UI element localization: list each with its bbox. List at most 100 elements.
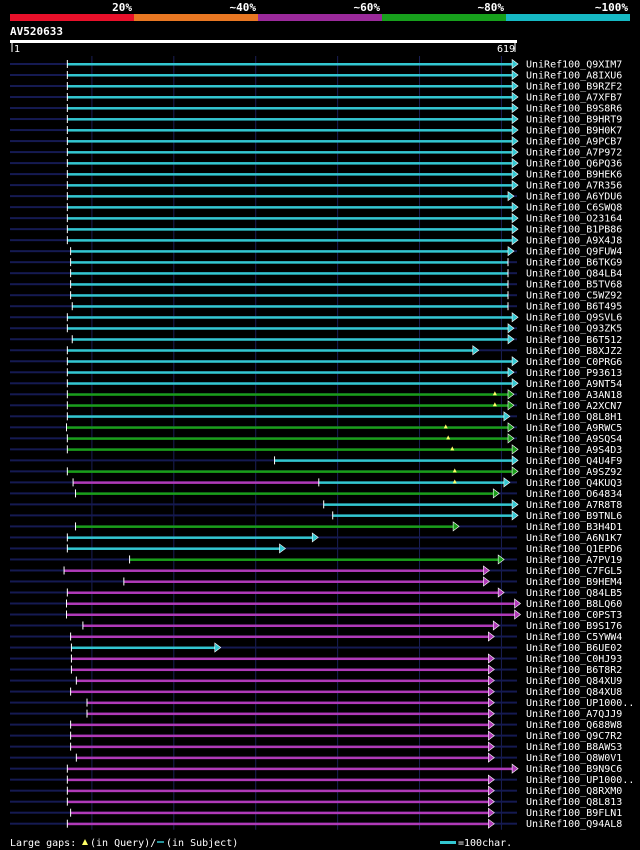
hit-row[interactable]: UniRef100_Q84LB4 <box>10 269 622 280</box>
hit-label[interactable]: UniRef100_A9PCB7 <box>526 137 622 148</box>
hit-row[interactable]: UniRef100_Q8RXM0 <box>10 785 622 797</box>
hit-label[interactable]: UniRef100_C6SWQ8 <box>526 203 622 214</box>
hit-row[interactable]: UniRef100_A3AN18 <box>10 389 622 401</box>
hit-label[interactable]: UniRef100_A9RWC5 <box>526 423 622 434</box>
hit-label[interactable]: UniRef100_B9FLN1 <box>526 808 622 819</box>
hit-label[interactable]: UniRef100_C0PRG6 <box>526 357 622 368</box>
hit-row[interactable]: UniRef100_B9H0K7 <box>10 124 622 137</box>
hit-row[interactable]: UniRef100_B6TKG9 <box>10 258 622 269</box>
hit-row[interactable]: UniRef100_Q1EPD6 <box>10 543 622 555</box>
hit-label[interactable]: UniRef100_Q94AL8 <box>526 819 622 830</box>
hit-label[interactable]: UniRef100_B6T8R2 <box>526 665 622 676</box>
hit-label[interactable]: UniRef100_C7FGL5 <box>526 566 622 577</box>
hit-row[interactable]: UniRef100_A9SZ92 <box>10 466 622 478</box>
hit-row[interactable]: UniRef100_C7FGL5 <box>10 565 622 577</box>
hit-label[interactable]: UniRef100_B8LQ60 <box>526 599 622 610</box>
hit-row[interactable]: UniRef100_A7P972 <box>10 146 622 159</box>
hit-label[interactable]: UniRef100_B9S176 <box>526 621 622 632</box>
hit-label[interactable]: UniRef100_Q6PQ36 <box>526 159 622 170</box>
hit-label[interactable]: UniRef100_B9HRT9 <box>526 115 622 126</box>
hit-row[interactable]: UniRef100_Q8L813 <box>10 796 622 808</box>
hit-label[interactable]: UniRef100_Q84LB5 <box>526 588 622 599</box>
hit-label[interactable]: UniRef100_B9RZF2 <box>526 82 622 93</box>
hit-label[interactable]: UniRef100_Q9SVL6 <box>526 313 622 324</box>
hit-label[interactable]: UniRef100_A9X4J8 <box>526 236 622 247</box>
hit-label[interactable]: UniRef100_A7XFB7 <box>526 93 622 104</box>
hit-label[interactable]: UniRef100_O23164 <box>526 214 622 225</box>
hit-label[interactable]: UniRef100_B5TV68 <box>526 280 622 291</box>
hit-label[interactable]: UniRef100_B9H0K7 <box>526 126 622 137</box>
hit-row[interactable]: UniRef100_Q4U4F9 <box>10 455 622 467</box>
hit-row[interactable]: UniRef100_Q94AL8 <box>10 818 622 830</box>
hit-row[interactable]: UniRef100_O23164 <box>10 213 622 225</box>
hit-row[interactable]: UniRef100_A7R356 <box>10 180 622 192</box>
hit-row[interactable]: UniRef100_B6UE02 <box>10 642 622 654</box>
hit-label[interactable]: UniRef100_A6YDU6 <box>526 192 622 203</box>
hit-row[interactable]: UniRef100_Q84XU8 <box>10 686 622 698</box>
hit-label[interactable]: UniRef100_A2XCN7 <box>526 401 622 412</box>
hit-row[interactable]: UniRef100_B9HRT9 <box>10 113 622 126</box>
hit-label[interactable]: UniRef100_A7QJJ9 <box>526 709 622 720</box>
hit-label[interactable]: UniRef100_Q84LB4 <box>526 269 622 280</box>
hit-row[interactable]: UniRef100_Q4KUQ3 <box>10 477 622 489</box>
hit-row[interactable]: UniRef100_A6N1K7 <box>10 532 622 544</box>
hit-label[interactable]: UniRef100_B1PB86 <box>526 225 622 236</box>
hit-label[interactable]: UniRef100_Q9FUW4 <box>526 247 622 258</box>
hit-label[interactable]: UniRef100_B3H4D1 <box>526 522 622 533</box>
hit-label[interactable]: UniRef100_A7PV19 <box>526 555 622 566</box>
hit-row[interactable]: UniRef100_P93613 <box>10 367 622 379</box>
hit-row[interactable]: UniRef100_B6T512 <box>10 334 622 346</box>
hit-row[interactable]: UniRef100_Q9SVL6 <box>10 312 622 324</box>
hit-row[interactable]: UniRef100_O64834 <box>10 488 622 500</box>
hit-row[interactable]: UniRef100_B6T8R2 <box>10 664 622 676</box>
hit-label[interactable]: UniRef100_B9S8R6 <box>526 104 622 115</box>
hit-label[interactable]: UniRef100_C0HJ93 <box>526 654 622 665</box>
hit-row[interactable]: UniRef100_Q9C7R2 <box>10 730 622 742</box>
hit-row[interactable]: UniRef100_Q84LB5 <box>10 587 622 599</box>
hit-label[interactable]: UniRef100_B9HEM4 <box>526 577 622 588</box>
hit-row[interactable]: UniRef100_A2XCN7 <box>10 400 622 412</box>
hit-label[interactable]: UniRef100_A7P972 <box>526 148 622 159</box>
hit-label[interactable]: UniRef100_Q4KUQ3 <box>526 478 622 489</box>
hit-row[interactable]: UniRef100_UP1000.. <box>10 774 634 786</box>
hit-label[interactable]: UniRef100_Q8L8H1 <box>526 412 622 423</box>
hit-row[interactable]: UniRef100_UP1000.. <box>10 697 634 709</box>
hit-label[interactable]: UniRef100_Q84XU8 <box>526 687 622 698</box>
hit-label[interactable]: UniRef100_A9SZ92 <box>526 467 622 478</box>
hit-label[interactable]: UniRef100_Q9C7R2 <box>526 731 622 742</box>
hit-label[interactable]: UniRef100_B6T512 <box>526 335 622 346</box>
hit-label[interactable]: UniRef100_Q8L813 <box>526 797 622 808</box>
hit-row[interactable]: UniRef100_A9PCB7 <box>10 135 622 148</box>
hit-row[interactable]: UniRef100_B8AWS3 <box>10 741 622 753</box>
hit-row[interactable]: UniRef100_C0PRG6 <box>10 356 622 368</box>
hit-row[interactable]: UniRef100_A9SQS4 <box>10 433 622 445</box>
hit-label[interactable]: UniRef100_B6T495 <box>526 302 622 313</box>
hit-row[interactable]: UniRef100_C5YWW4 <box>10 631 622 643</box>
hit-row[interactable]: UniRef100_C5WZ92 <box>10 291 622 302</box>
hit-label[interactable]: UniRef100_A9NT54 <box>526 379 622 390</box>
hit-label[interactable]: UniRef100_C0PST3 <box>526 610 622 621</box>
hit-label[interactable]: UniRef100_B9N9C6 <box>526 764 622 775</box>
hit-label[interactable]: UniRef100_Q84XU9 <box>526 676 622 687</box>
hit-row[interactable]: UniRef100_Q9XIM7 <box>10 58 622 71</box>
hit-row[interactable]: UniRef100_A7R8T8 <box>10 499 622 511</box>
hit-row[interactable]: UniRef100_A8IXU6 <box>10 69 622 82</box>
hit-row[interactable]: UniRef100_B1PB86 <box>10 224 622 236</box>
hit-row[interactable]: UniRef100_C6SWQ8 <box>10 202 622 214</box>
hit-label[interactable]: UniRef100_C5WZ92 <box>526 291 622 302</box>
hit-row[interactable]: UniRef100_B9N9C6 <box>10 763 622 775</box>
hit-label[interactable]: UniRef100_B8AWS3 <box>526 742 622 753</box>
hit-row[interactable]: UniRef100_Q688W8 <box>10 719 622 731</box>
hit-row[interactable]: UniRef100_B5TV68 <box>10 280 622 291</box>
hit-label[interactable]: UniRef100_Q9XIM7 <box>526 60 622 71</box>
hit-row[interactable]: UniRef100_Q8W0V1 <box>10 752 622 764</box>
hit-row[interactable]: UniRef100_B9RZF2 <box>10 80 622 93</box>
hit-row[interactable]: UniRef100_C0PST3 <box>10 609 622 621</box>
hit-label[interactable]: UniRef100_A8IXU6 <box>526 71 622 82</box>
hit-label[interactable]: UniRef100_Q1EPD6 <box>526 544 622 555</box>
hit-label[interactable]: UniRef100_UP1000.. <box>526 775 634 786</box>
hit-row[interactable]: UniRef100_Q93ZK5 <box>10 323 622 335</box>
hit-label[interactable]: UniRef100_B6UE02 <box>526 643 622 654</box>
hit-label[interactable]: UniRef100_Q4U4F9 <box>526 456 622 467</box>
hit-label[interactable]: UniRef100_A7R8T8 <box>526 500 622 511</box>
